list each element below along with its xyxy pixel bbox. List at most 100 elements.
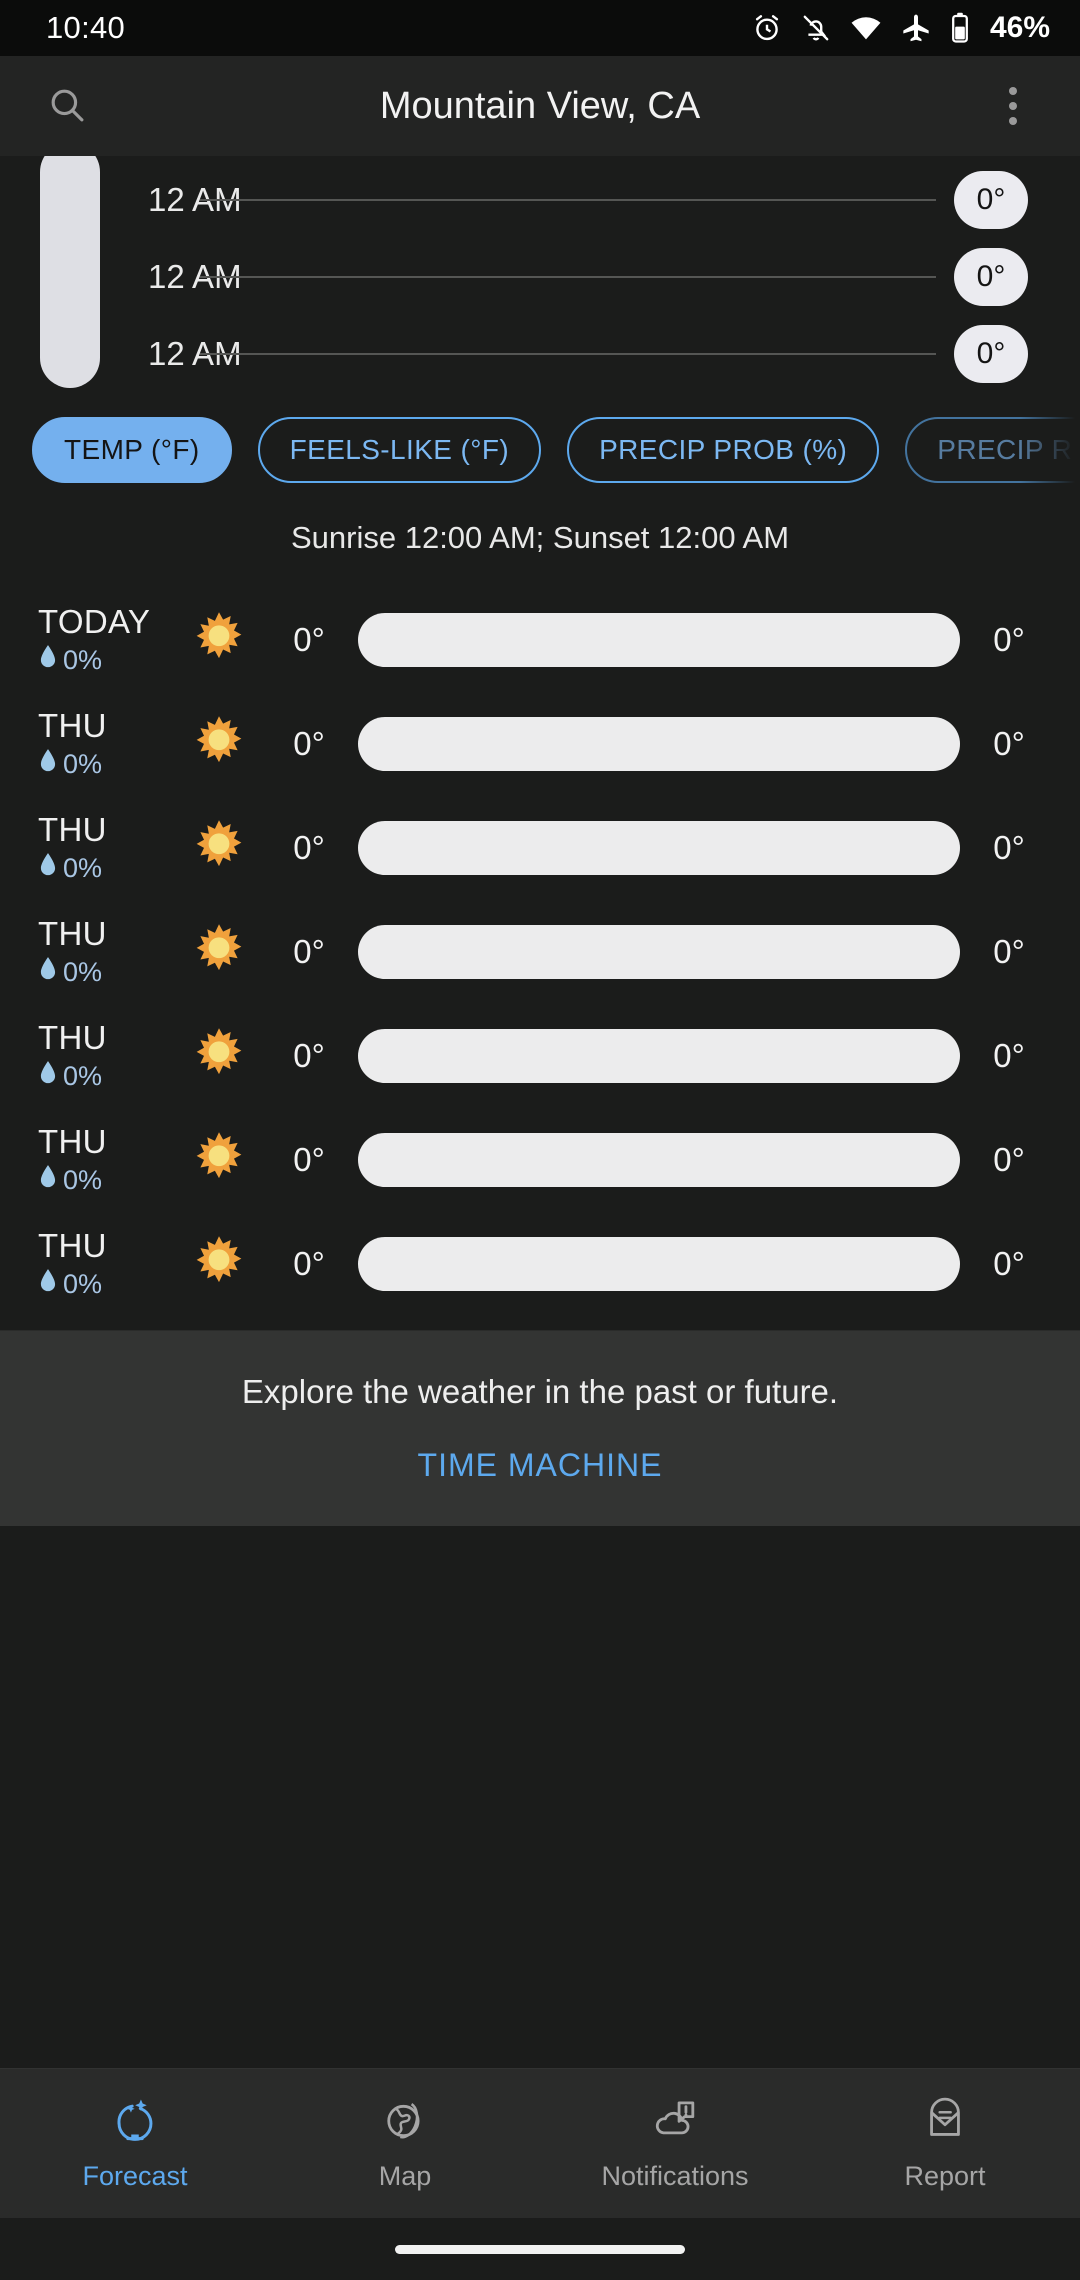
daily-precip-value: 0% [63,748,103,779]
daily-day-label: THU [38,1122,107,1160]
overflow-menu-button[interactable] [982,75,1044,137]
daily-temp-range-bar [358,1133,960,1187]
droplet-icon [38,644,58,677]
daily-high-temp: 0° [993,725,1025,762]
hourly-time-label: 12 AM [148,335,242,372]
daily-precip-value: 0% [63,956,103,987]
sun-icon [172,1235,266,1293]
chip-temp[interactable]: TEMP (°F) [32,417,232,483]
chip-feels-like[interactable]: FEELS-LIKE (°F) [257,417,542,483]
hourly-chart[interactable]: 12 AM 0° 12 AM 0° 12 AM 0° [0,156,1080,404]
hourly-line [200,276,936,278]
hourly-row[interactable]: 12 AM 0° [0,171,1080,229]
daily-temp-range-bar [358,821,960,875]
daily-precip: 0% [38,748,172,781]
daily-precip: 0% [38,956,172,989]
page-title: Mountain View, CA [379,84,701,127]
daily-row-left: THU 0% [38,1122,172,1197]
daily-low-temp: 0° [293,725,325,762]
droplet-icon [38,852,58,885]
crystal-ball-icon [110,2096,160,2151]
overflow-menu-icon [1009,87,1017,125]
nav-item-notifications[interactable]: Notifications [540,2096,810,2192]
bottom-navigation: Forecast Map Notifications Report [0,2068,1080,2218]
daily-row[interactable]: THU 0% 0° 0° [0,900,1080,1004]
nav-item-map[interactable]: Map [270,2096,540,2192]
sun-icon [172,819,266,877]
daily-precip-value: 0% [63,644,103,675]
daily-day-label: THU [38,914,107,952]
nav-item-forecast[interactable]: Forecast [0,2096,270,2192]
hourly-time-label: 12 AM [148,181,242,218]
daily-row-left: THU 0% [38,706,172,781]
envelope-icon [920,2096,970,2151]
nav-label-report: Report [904,2160,986,2191]
hourly-temp-pill: 0° [954,171,1028,229]
notifications-off-icon [800,12,832,44]
daily-precip: 0% [38,1164,172,1197]
daily-low-temp: 0° [293,829,325,866]
time-machine-button[interactable]: TIME MACHINE [418,1447,663,1484]
hourly-time-label: 12 AM [148,258,242,295]
sun-icon [172,1027,266,1085]
daily-row[interactable]: TODAY 0% 0° 0° [0,588,1080,692]
hourly-line [200,353,936,355]
droplet-icon [38,1164,58,1197]
daily-high-temp: 0° [993,1037,1025,1074]
daily-temp-range-bar [358,1237,960,1291]
search-icon [46,84,88,129]
daily-row[interactable]: THU 0% 0° 0° [0,1108,1080,1212]
daily-day-label: TODAY [38,602,151,640]
alarm-icon [751,12,783,44]
daily-temp-range-bar [358,1029,960,1083]
droplet-icon [38,1060,58,1093]
droplet-icon [38,956,58,989]
daily-precip: 0% [38,1060,172,1093]
daily-low-temp: 0° [293,933,325,970]
hourly-temp-pill: 0° [954,325,1028,383]
daily-temp-range-bar [358,613,960,667]
daily-low-temp: 0° [293,1141,325,1178]
daily-temp-range-bar [358,717,960,771]
app-screen: 10:40 46% Mountain View, CA 12 AM 0° 12 … [0,0,1080,2280]
nav-label-notifications: Notifications [601,2160,749,2191]
battery-icon [949,11,971,45]
nav-item-report[interactable]: Report [810,2096,1080,2192]
daily-row[interactable]: THU 0% 0° 0° [0,692,1080,796]
daily-precip-value: 0% [63,1060,103,1091]
sun-icon [172,611,266,669]
daily-row-left: THU 0% [38,1227,172,1301]
daily-row[interactable]: THU 0% 0° 0° [0,796,1080,900]
daily-row[interactable]: THU 0% 0° 0° [0,1212,1080,1316]
daily-row[interactable]: THU 0% 0° 0° [0,1004,1080,1108]
daily-precip-value: 0% [63,1164,103,1195]
daily-precip: 0% [38,1268,172,1301]
daily-precip: 0% [38,852,172,885]
search-button[interactable] [36,75,98,137]
time-machine-description: Explore the weather in the past or futur… [241,1373,839,1410]
hourly-row[interactable]: 12 AM 0° [0,248,1080,306]
home-indicator[interactable] [0,2218,1080,2280]
globe-icon [380,2096,430,2151]
wifi-icon [849,11,883,45]
daily-low-temp: 0° [293,621,325,658]
daily-low-temp: 0° [293,1245,325,1282]
nav-label-map: Map [378,2160,432,2191]
droplet-icon [38,748,58,781]
daily-high-temp: 0° [993,621,1025,658]
cloud-alert-icon [650,2096,700,2151]
daily-precip: 0% [38,644,172,677]
battery-percent-label: 46% [989,11,1050,44]
metric-chip-row[interactable]: TEMP (°F) FEELS-LIKE (°F) PRECIP PROB (%… [0,404,1080,496]
sun-icon [172,715,266,773]
daily-precip-value: 0% [63,852,103,883]
hourly-row[interactable]: 12 AM 0° [0,325,1080,383]
chip-precip-rate[interactable]: PRECIP R [905,417,1080,483]
droplet-icon [38,1268,58,1301]
daily-day-label: THU [38,1018,107,1056]
daily-high-temp: 0° [993,1245,1025,1282]
sunrise-sunset-label: Sunrise 12:00 AM; Sunset 12:00 AM [290,520,790,555]
chip-precip-prob[interactable]: PRECIP PROB (%) [567,417,880,483]
daily-row-left: TODAY 0% [38,602,172,677]
daily-day-label: THU [38,706,107,744]
